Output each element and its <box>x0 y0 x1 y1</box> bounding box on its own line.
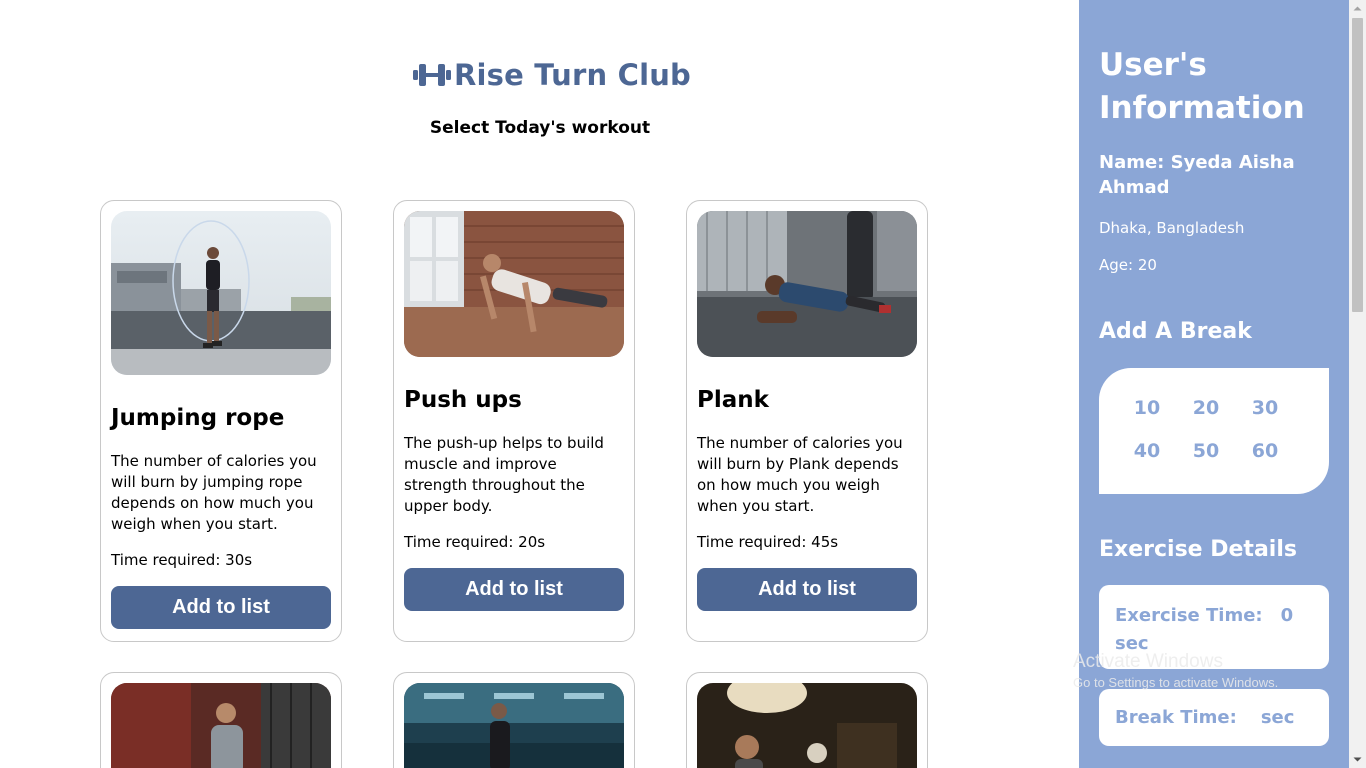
break-option-30[interactable]: 30 <box>1245 396 1285 421</box>
workout-card-jumping-rope: Jumping rope The number of calories you … <box>100 200 342 642</box>
workout-card-push-ups: Push ups The push-up helps to build musc… <box>393 200 635 642</box>
user-name: Name: Syeda Aisha Ahmad <box>1099 152 1295 198</box>
workout-card-plank: Plank The number of calories you will bu… <box>686 200 928 642</box>
break-time-box: Break Time: sec <box>1099 689 1329 746</box>
workout-image <box>111 683 331 768</box>
break-option-50[interactable]: 50 <box>1186 439 1226 464</box>
workout-description: The number of calories you will burn by … <box>111 452 317 533</box>
page-scrollbar[interactable] <box>1349 0 1366 768</box>
add-to-list-button[interactable]: Add to list <box>697 568 917 611</box>
scroll-up-arrow-icon[interactable] <box>1349 0 1366 17</box>
workout-image <box>404 683 624 768</box>
scroll-down-arrow-icon[interactable] <box>1349 751 1366 768</box>
break-option-20[interactable]: 20 <box>1186 396 1226 421</box>
user-age: Age: 20 <box>1099 256 1157 274</box>
workout-card <box>393 672 635 768</box>
page-subtitle: Select Today's workout <box>429 118 651 138</box>
add-break-title: Add A Break <box>1099 319 1252 344</box>
workout-card <box>100 672 342 768</box>
break-time-label: Break Time: <box>1115 707 1237 728</box>
workout-title: Plank <box>697 387 769 413</box>
workout-image-plank <box>697 211 917 357</box>
user-sidebar: User's Information Name: Syeda Aisha Ahm… <box>1079 0 1349 768</box>
break-option-60[interactable]: 60 <box>1245 439 1285 464</box>
break-options-panel: 10 20 30 40 50 60 <box>1099 368 1329 494</box>
workout-title: Push ups <box>404 387 522 413</box>
dumbbell-icon <box>412 60 452 90</box>
workout-description: The push-up helps to build muscle and im… <box>404 434 604 515</box>
workout-description: The number of calories you will burn by … <box>697 434 903 515</box>
break-option-40[interactable]: 40 <box>1127 439 1167 464</box>
workout-title: Jumping rope <box>111 405 285 431</box>
workout-time: Time required: 20s <box>404 533 546 551</box>
exercise-time-value: 0 <box>1280 605 1294 626</box>
brand-title: Rise Turn Club <box>454 58 692 92</box>
workout-image-jumping-rope <box>111 211 331 375</box>
workout-image-push-ups <box>404 211 624 357</box>
user-info-title: User's Information <box>1099 47 1305 126</box>
add-to-list-button[interactable]: Add to list <box>111 586 331 629</box>
workout-time: Time required: 45s <box>697 533 839 551</box>
exercise-time-unit: sec <box>1115 633 1149 654</box>
exercise-time-box: Exercise Time: 0 sec <box>1099 585 1329 669</box>
add-to-list-button[interactable]: Add to list <box>404 568 624 611</box>
brand: Rise Turn Club <box>412 56 691 94</box>
workout-card <box>686 672 928 768</box>
user-location: Dhaka, Bangladesh <box>1099 219 1245 237</box>
exercise-details-title: Exercise Details <box>1099 537 1297 562</box>
break-time-unit: sec <box>1260 707 1295 728</box>
workout-image <box>697 683 917 768</box>
exercise-time-label: Exercise Time: <box>1115 605 1263 626</box>
scrollbar-thumb[interactable] <box>1352 18 1363 312</box>
workout-time: Time required: 30s <box>111 551 253 569</box>
break-option-10[interactable]: 10 <box>1127 396 1167 421</box>
